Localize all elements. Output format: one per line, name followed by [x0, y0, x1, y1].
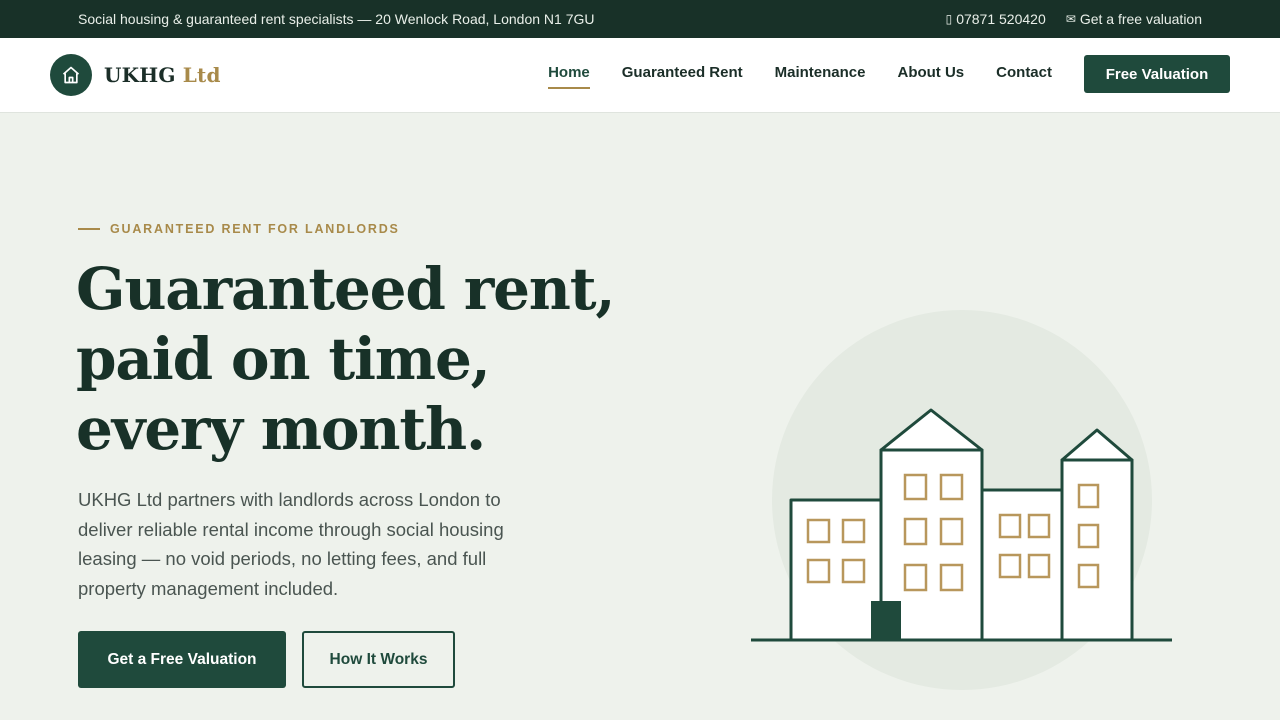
get-free-valuation-button[interactable]: Get a Free Valuation [78, 631, 286, 688]
nav-maintenance[interactable]: Maintenance [775, 64, 866, 89]
free-valuation-button[interactable]: Free Valuation [1084, 55, 1230, 93]
main-navbar: UKHG Ltd Home Guaranteed Rent Maintenanc… [0, 38, 1280, 113]
brand-name-main: UKHG [104, 63, 176, 87]
valuation-email-text: Get a free valuation [1079, 11, 1202, 27]
hero-lead: UKHG Ltd partners with landlords across … [78, 489, 504, 599]
valuation-email-link[interactable]: ✉ Get a free valuation [1066, 11, 1202, 27]
brand-name-suffix: Ltd [182, 63, 221, 87]
top-contact-links: ▯ 07871 520420 ✉ Get a free valuation [946, 11, 1202, 27]
nav-about-us[interactable]: About Us [897, 64, 964, 89]
hero-headline: Guaranteed rent, paid on time, every mon… [76, 255, 616, 463]
nav-home[interactable]: Home [548, 64, 590, 89]
house-icon [50, 54, 92, 96]
brand-logo[interactable]: UKHG Ltd [50, 54, 221, 96]
envelope-icon: ✉ [1065, 12, 1076, 26]
building-left [789, 498, 883, 642]
hero-eyebrow: GUARANTEED RENT FOR LANDLORDS [78, 222, 400, 236]
brand-name: UKHG Ltd [104, 63, 221, 87]
phone-link[interactable]: ▯ 07871 520420 [946, 11, 1046, 27]
eyebrow-text: GUARANTEED RENT FOR LANDLORDS [110, 222, 400, 236]
primary-nav: Home Guaranteed Rent Maintenance About U… [548, 64, 1052, 89]
company-address: Social housing & guaranteed rent special… [78, 11, 595, 27]
nav-guaranteed-rent[interactable]: Guaranteed Rent [622, 64, 743, 89]
nav-contact[interactable]: Contact [996, 64, 1052, 89]
top-info-bar: Social housing & guaranteed rent special… [0, 0, 1280, 38]
buildings-illustration [751, 310, 1172, 690]
phone-number: 07871 520420 [956, 11, 1046, 27]
how-it-works-button[interactable]: How It Works [302, 631, 455, 688]
eyebrow-rule [78, 228, 100, 230]
building-door [871, 601, 901, 640]
phone-icon: ▯ [945, 12, 953, 26]
